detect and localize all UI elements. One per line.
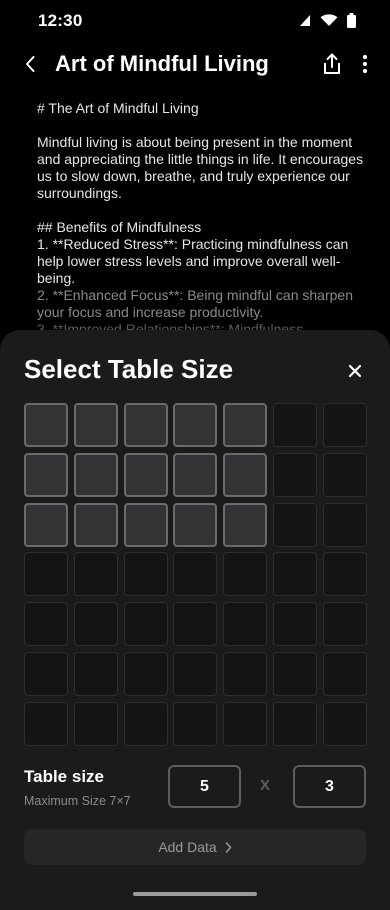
grid-cell[interactable] xyxy=(123,602,168,647)
max-size-hint: Maximum Size 7×7 xyxy=(24,794,131,808)
grid-cell[interactable] xyxy=(73,403,118,447)
grid-cell[interactable] xyxy=(24,452,68,497)
grid-cell[interactable] xyxy=(173,602,218,647)
grid-cell[interactable] xyxy=(73,602,118,647)
grid-cell[interactable] xyxy=(123,502,168,547)
grid-cell[interactable] xyxy=(173,502,218,547)
add-data-label: Add Data xyxy=(158,839,217,855)
chevron-right-icon xyxy=(225,841,231,853)
grid-cell[interactable] xyxy=(322,452,367,497)
grid-cell[interactable] xyxy=(24,552,68,597)
chevron-left-icon xyxy=(26,56,35,72)
table-size-label: Table size xyxy=(24,767,104,786)
grid-cell[interactable] xyxy=(322,602,367,647)
grid-cell[interactable] xyxy=(223,502,268,547)
app-bar: Art of Mindful Living xyxy=(0,44,390,88)
grid-cell[interactable] xyxy=(322,403,367,447)
add-data-button[interactable]: Add Data xyxy=(24,829,366,865)
doc-intro: Mindful living is about being present in… xyxy=(37,134,364,201)
grid-cell[interactable] xyxy=(223,403,268,447)
more-vertical-icon xyxy=(362,54,368,74)
grid-cell[interactable] xyxy=(272,651,317,696)
grid-cell[interactable] xyxy=(223,701,268,746)
doc-list-item: 2. **Enhanced Focus**: Being mindful can… xyxy=(37,287,353,320)
grid-cell[interactable] xyxy=(223,602,268,647)
document-content[interactable]: # The Art of Mindful Living Mindful livi… xyxy=(37,100,367,338)
grid-cell[interactable] xyxy=(272,552,317,597)
grid-cell[interactable] xyxy=(173,552,218,597)
grid-cell[interactable] xyxy=(173,452,218,497)
table-size-grid[interactable] xyxy=(24,403,367,746)
table-size-sheet: Select Table Size Table size Maximum Siz… xyxy=(0,330,390,910)
grid-cell[interactable] xyxy=(173,651,218,696)
page-title: Art of Mindful Living xyxy=(55,51,269,76)
sheet-title: Select Table Size xyxy=(24,354,234,384)
close-icon xyxy=(348,364,362,378)
grid-cell[interactable] xyxy=(272,701,317,746)
status-time: 12:30 xyxy=(38,11,83,30)
grid-cell[interactable] xyxy=(24,502,68,547)
doc-heading: # The Art of Mindful Living xyxy=(37,100,199,116)
grid-cell[interactable] xyxy=(322,552,367,597)
grid-cell[interactable] xyxy=(123,452,168,497)
status-icons xyxy=(299,13,356,28)
grid-cell[interactable] xyxy=(24,602,68,647)
grid-cell[interactable] xyxy=(73,502,118,547)
grid-cell[interactable] xyxy=(73,552,118,597)
grid-cell[interactable] xyxy=(24,701,68,746)
signal-icon xyxy=(300,15,310,26)
grid-cell[interactable] xyxy=(24,651,68,696)
grid-cell[interactable] xyxy=(123,552,168,597)
status-bar: 12:30 xyxy=(0,0,390,44)
grid-cell[interactable] xyxy=(173,403,218,447)
home-indicator xyxy=(133,892,257,896)
grid-cell[interactable] xyxy=(272,602,317,647)
grid-cell[interactable] xyxy=(173,701,218,746)
share-icon xyxy=(324,53,340,74)
back-button[interactable] xyxy=(16,50,44,78)
grid-cell[interactable] xyxy=(73,651,118,696)
grid-cell[interactable] xyxy=(322,651,367,696)
doc-section-heading: ## Benefits of Mindfulness xyxy=(37,219,202,235)
grid-cell[interactable] xyxy=(24,403,68,447)
columns-input[interactable]: 5 xyxy=(168,765,241,808)
grid-cell[interactable] xyxy=(322,502,367,547)
grid-cell[interactable] xyxy=(73,452,118,497)
grid-cell[interactable] xyxy=(223,452,268,497)
more-options-button[interactable] xyxy=(354,50,376,78)
doc-list-item: 1. **Reduced Stress**: Practicing mindfu… xyxy=(37,236,349,286)
rows-input[interactable]: 3 xyxy=(293,765,366,808)
wifi-icon xyxy=(320,14,338,26)
grid-cell[interactable] xyxy=(272,403,317,447)
grid-cell[interactable] xyxy=(223,651,268,696)
grid-cell[interactable] xyxy=(272,452,317,497)
times-separator: X xyxy=(260,777,271,794)
grid-cell[interactable] xyxy=(322,701,367,746)
share-button[interactable] xyxy=(318,50,346,78)
grid-cell[interactable] xyxy=(272,502,317,547)
grid-cell[interactable] xyxy=(123,651,168,696)
battery-icon xyxy=(347,13,356,28)
grid-cell[interactable] xyxy=(223,552,268,597)
close-button[interactable] xyxy=(342,358,368,384)
grid-cell[interactable] xyxy=(73,701,118,746)
grid-cell[interactable] xyxy=(123,403,168,447)
grid-cell[interactable] xyxy=(123,701,168,746)
